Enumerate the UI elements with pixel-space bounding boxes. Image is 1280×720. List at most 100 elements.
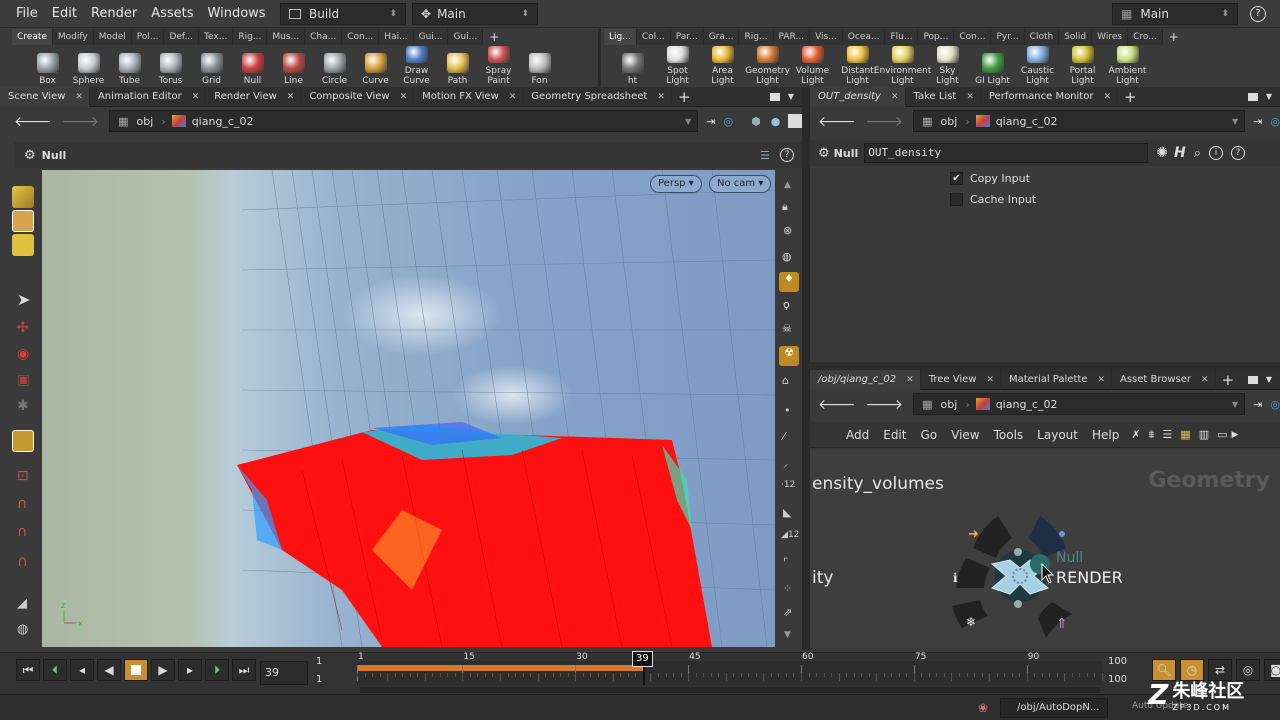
triangle-up-icon[interactable]: ▲ (784, 180, 791, 190)
paint-icon[interactable]: ◢ (17, 596, 27, 611)
menu-file[interactable]: File (8, 6, 44, 21)
shelf-tool-ambient-light[interactable]: Ambient Light (1107, 46, 1148, 88)
prim-numbers-icon[interactable]: ◢12 (781, 530, 799, 540)
jump-end-button[interactable]: ⏭ (232, 659, 256, 681)
end-frame-label-2[interactable]: 100 (1108, 674, 1127, 685)
shelf-left-tab[interactable]: Modify (52, 29, 94, 45)
tab-out-density[interactable]: OUT_density ✕ (810, 86, 906, 107)
menu-tools[interactable]: Tools (994, 428, 1024, 442)
path-field[interactable]: ▦ obj › qiang_c_02 ▼ (913, 110, 1246, 132)
back-arrow-icon[interactable]: 🡐 (14, 113, 52, 130)
list-icon[interactable]: ☰ (760, 149, 770, 162)
frame-ruler[interactable]: 1 15 30 45 60 75 90 (357, 652, 1103, 685)
menu-help[interactable]: Help (1092, 428, 1119, 442)
link-icon[interactable]: ◎ (723, 115, 733, 128)
chevron-down-icon[interactable]: ▼ (1232, 117, 1238, 126)
shelf-tool-grid[interactable]: Grid (191, 46, 232, 88)
tab-composite-view[interactable]: Composite View ✕ (301, 86, 415, 107)
shelf-right-tab[interactable]: Lig... (604, 29, 637, 45)
select-geo-icon[interactable] (12, 186, 34, 208)
camera-view-icon[interactable]: ⌂ (782, 374, 789, 387)
path-root[interactable]: obj (137, 115, 154, 128)
shelf-left-tab[interactable]: Gui... (413, 29, 449, 45)
corner-icon[interactable]: ⌜ (783, 556, 788, 569)
shelf-left-tab[interactable]: Rig... (233, 29, 268, 45)
shelf-left-tab[interactable]: Tex... (199, 29, 234, 45)
shelf-tool-sphere[interactable]: Sphere (68, 46, 109, 88)
overlay-icon[interactable]: ▭ (1217, 428, 1227, 441)
shelf-tool-gi-light[interactable]: GI Light (972, 46, 1013, 88)
start-frame-label-2[interactable]: 1 (316, 674, 322, 685)
tab-render-view[interactable]: Render View ✕ (206, 86, 302, 107)
shelf-left-tab[interactable]: Hai... (379, 29, 414, 45)
menu-edit[interactable]: Edit (883, 428, 906, 442)
lightbulb-icon[interactable]: ♦ (779, 272, 799, 292)
shelf-tool-tube[interactable]: Tube (109, 46, 150, 88)
path-root[interactable]: obj (941, 398, 958, 411)
tab-motion-fx-view[interactable]: Motion FX View ✕ (414, 86, 524, 107)
path-node[interactable]: qiang_c_02 (192, 115, 254, 128)
shelf-tool-ht[interactable]: ht (612, 46, 653, 88)
link-icon[interactable]: ◎ (1270, 115, 1280, 128)
pane-menu-icon[interactable] (769, 92, 780, 101)
scale-icon[interactable]: ▣ (17, 372, 30, 388)
chevron-down-icon[interactable]: ▼ (685, 117, 691, 126)
path-root[interactable]: obj (941, 115, 958, 128)
box-display-icon[interactable]: ⬢ (751, 115, 761, 128)
menu-go[interactable]: Go (920, 428, 937, 442)
pane-divider[interactable] (802, 87, 810, 650)
pane-arrow-icon[interactable]: ▼ (1266, 92, 1272, 101)
shelf-right-tab[interactable]: Solid (1059, 29, 1093, 45)
camera-button[interactable]: No cam ▾ (709, 175, 772, 193)
shelf-right-tab[interactable]: PAR... (773, 29, 811, 45)
shelf-tool-fon[interactable]: Fon (519, 46, 560, 88)
houdini-icon[interactable]: H (1174, 145, 1186, 161)
shelf-tool-box[interactable]: Box (27, 46, 68, 88)
close-icon[interactable]: ✕ (891, 87, 899, 107)
forward-arrow-icon[interactable]: 🡒 (866, 396, 904, 413)
brain-icon[interactable]: ❀ (978, 701, 988, 715)
close-icon[interactable]: ✕ (906, 370, 914, 390)
back-arrow-icon[interactable]: 🡐 (818, 396, 856, 413)
right-desktop-selector[interactable]: ▦ Main ⬍ (1112, 3, 1238, 25)
path-node[interactable]: qiang_c_02 (996, 115, 1058, 128)
tab-geometry-spreadsheet[interactable]: Geometry Spreadsheet ✕ (523, 86, 672, 107)
camera-icon[interactable]: ◍ (17, 622, 28, 637)
close-camera-icon[interactable]: ⊗ (783, 224, 792, 237)
add-tab-icon[interactable]: + (678, 88, 691, 106)
shelf-tool-caustic-light[interactable]: Caustic Light (1017, 46, 1058, 88)
step-forward-button[interactable]: ▸ (178, 659, 202, 681)
tab-tree-view[interactable]: Tree View ✕ (921, 369, 1001, 390)
menu-render[interactable]: Render (83, 6, 143, 21)
close-icon[interactable]: ✕ (287, 87, 295, 107)
shelf-right-tab[interactable]: Col... (636, 29, 671, 45)
snap-prim-icon[interactable]: ∩ (17, 496, 27, 512)
start-frame-label[interactable]: 1 (316, 656, 322, 667)
tab-take-list[interactable]: Take List ✕ (906, 86, 981, 107)
help-icon[interactable]: ◙ (1264, 659, 1280, 681)
forward-arrow-icon[interactable]: 🡒 (62, 113, 100, 130)
param-copy-input[interactable]: ✔ Copy Input (950, 172, 1030, 185)
settings-icon[interactable]: ✺ (1156, 145, 1168, 161)
node-label-density-volumes[interactable]: ensity_volumes (812, 474, 944, 494)
tab-asset-browser[interactable]: Asset Browser ✕ (1112, 369, 1216, 390)
pane-menu-icon[interactable] (1247, 375, 1258, 384)
wrench-icon[interactable]: ✗ (1131, 428, 1140, 441)
step-back-button[interactable]: ◂ (70, 659, 94, 681)
shelf-tool-sky-light[interactable]: Sky Light (927, 46, 968, 88)
shelf-tool-area-light[interactable]: Area Light (702, 46, 743, 88)
persp-button[interactable]: Persp ▾ (650, 175, 702, 193)
link-icon[interactable]: ◎ (1270, 398, 1280, 411)
lock-icon[interactable]: 🔒︎ (782, 200, 788, 214)
skull-icon[interactable]: ☠ (782, 322, 792, 335)
menu-windows[interactable]: Windows (200, 6, 272, 21)
pin-icon[interactable]: ⇥ (706, 115, 715, 128)
shelf-tool-distant-light[interactable]: Distant Light (837, 46, 878, 88)
add-tab-icon[interactable]: + (1222, 371, 1235, 389)
handle-icon[interactable] (12, 430, 34, 452)
shelf-tool-line[interactable]: Line (273, 46, 314, 88)
shelf-right-tab[interactable]: Ocea... (842, 29, 886, 45)
help-icon[interactable]: ? (780, 148, 794, 162)
shelf-tool-draw-curve[interactable]: Draw Curve (396, 46, 437, 88)
pin-icon[interactable]: ⇥ (1253, 398, 1262, 411)
